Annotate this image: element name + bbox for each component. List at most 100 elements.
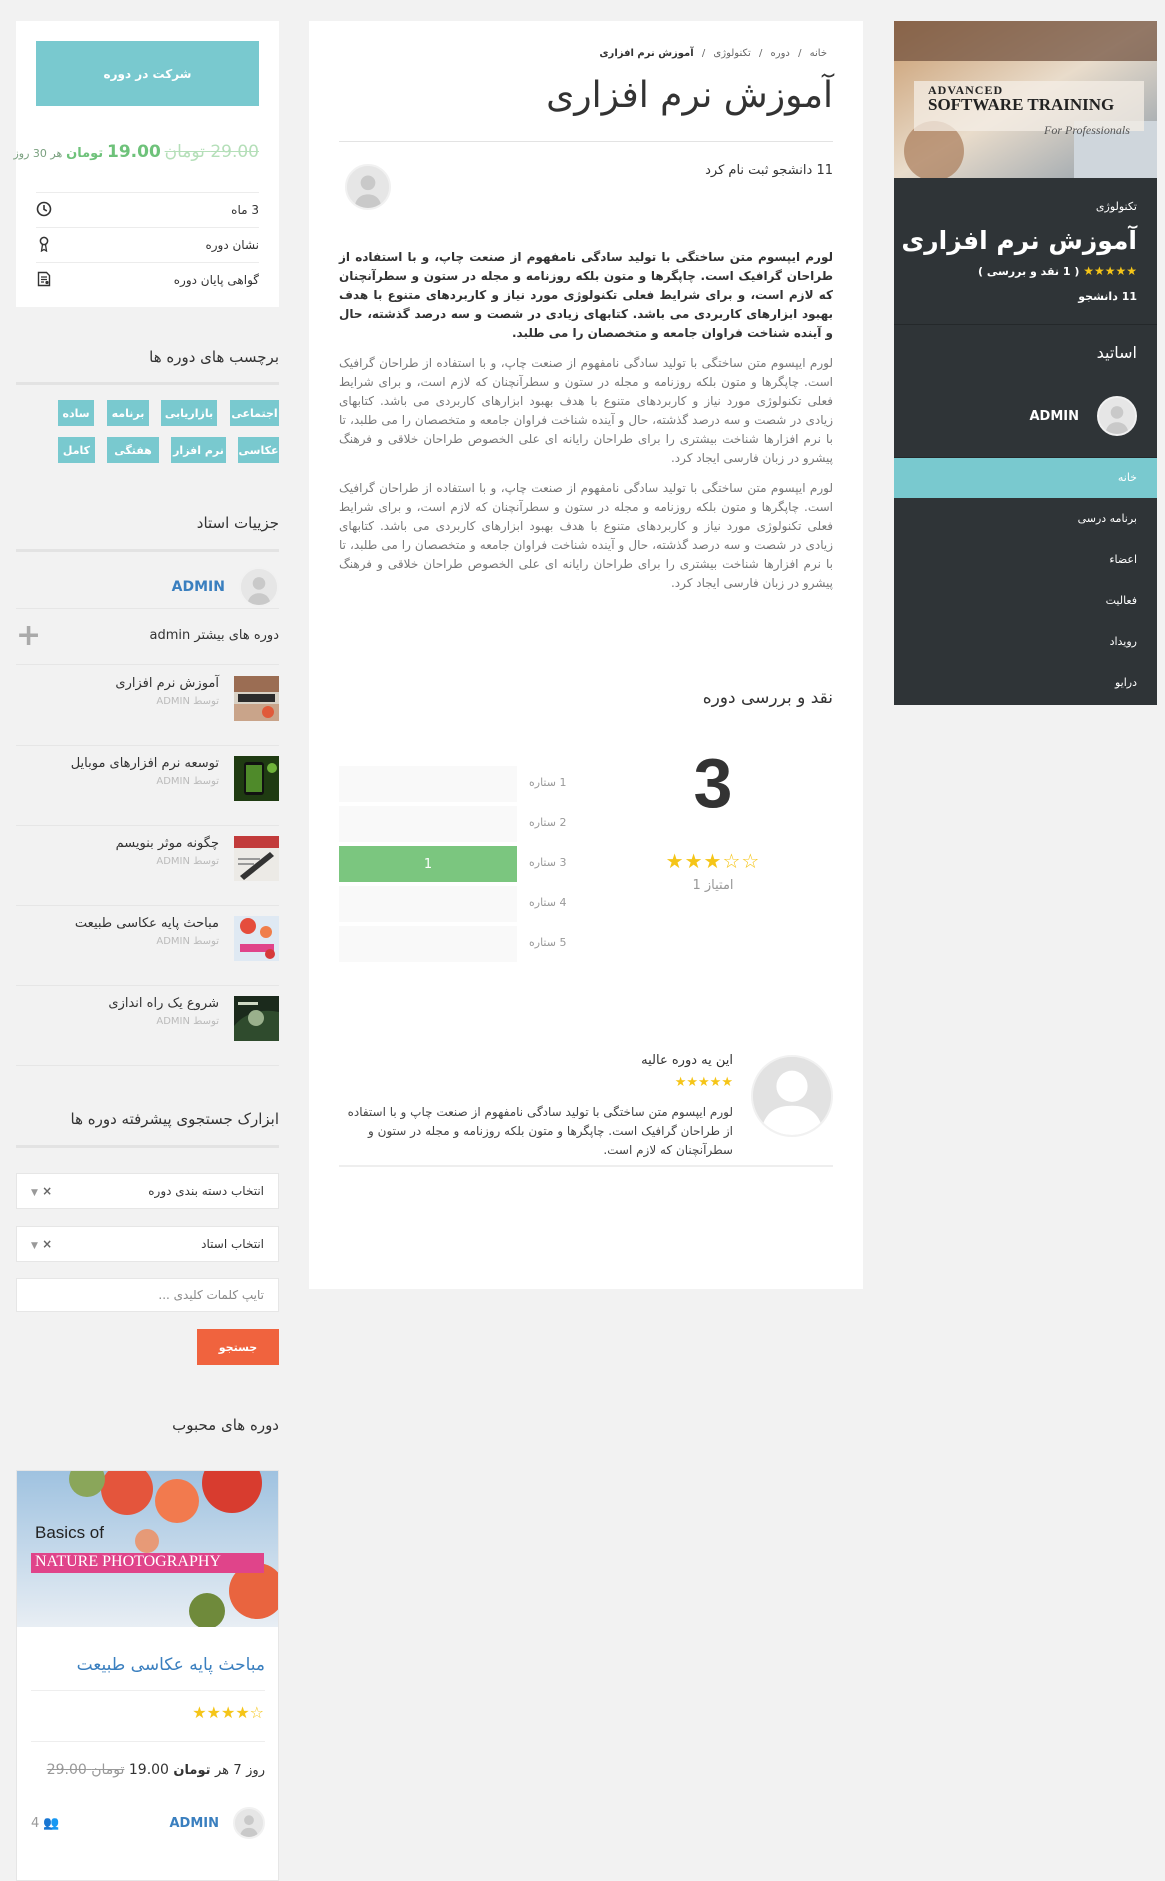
search-button[interactable]: جستجو	[197, 1329, 279, 1365]
reviewer-avatar	[751, 1055, 833, 1137]
more-courses-divider	[16, 664, 279, 665]
teacher-select-controls: ▼ ×	[31, 1237, 52, 1251]
rating-bar-label: 1 ستاره	[529, 776, 567, 789]
tag-marketing[interactable]: بازاریابی	[161, 400, 217, 426]
more-course-title[interactable]: مباحث پایه عکاسی طبیعت	[75, 916, 219, 931]
keyword-input[interactable]	[16, 1278, 279, 1312]
review-item: این یه دوره عالیه ★★★★★ لورم ایپسوم متن …	[339, 1051, 833, 1167]
tag-social[interactable]: اجتماعی	[230, 400, 279, 426]
nav-events[interactable]: رویداد	[894, 622, 1157, 662]
enroll-card: شرکت در دوره 29.00 تومان 19.00 تومان هر …	[13, 21, 279, 307]
tag-program[interactable]: برنامه	[107, 400, 149, 426]
clear-icon[interactable]: ×	[42, 1237, 52, 1251]
panel-rating: ★★★★★ ( 1 نقد و بررسی )	[978, 264, 1137, 278]
more-course-item[interactable]: مباحث پایه عکاسی طبیعت توسط ADMIN	[16, 906, 279, 986]
nav-home[interactable]: خانه	[894, 458, 1157, 498]
course-thumbnail[interactable]	[234, 676, 279, 721]
tag-weekly[interactable]: هفتگی	[107, 437, 159, 463]
users-icon: 👥	[43, 1815, 60, 1831]
hero-line2: SOFTWARE TRAINING	[928, 95, 1115, 114]
plus-icon[interactable]: +	[16, 621, 41, 651]
rating-bar-4: 4 ستاره	[339, 886, 579, 922]
rating-bar-5: 5 ستاره	[339, 926, 579, 962]
more-course-author: توسط ADMIN	[156, 1016, 219, 1027]
category-select[interactable]: انتخاب دسته بندی دوره ▼ ×	[16, 1173, 279, 1209]
popular-course-title[interactable]: مباحث پایه عکاسی طبیعت	[17, 1655, 265, 1675]
nav-curriculum[interactable]: برنامه درسی	[894, 499, 1157, 539]
popular-course-students: 👥 4	[31, 1816, 59, 1831]
teacher-row-divider	[16, 608, 279, 609]
clock-icon	[36, 201, 52, 220]
course-hero-image: ADVANCED SOFTWARE TRAINING For Professio…	[894, 21, 1157, 178]
teacher-select[interactable]: انتخاب استاد ▼ ×	[16, 1226, 279, 1262]
enroll-button[interactable]: شرکت در دوره	[36, 41, 259, 106]
more-course-item[interactable]: شروع یک راه اندازی توسط ADMIN	[16, 986, 279, 1066]
rating-bar-label: 3 ستاره	[529, 856, 567, 869]
teacher-select-label: انتخاب استاد	[201, 1237, 264, 1251]
more-course-title[interactable]: توسعه نرم افزارهای موبایل	[71, 756, 219, 771]
popular-course-stars: ★★★★☆	[192, 1703, 264, 1722]
title-divider	[339, 141, 833, 142]
breadcrumb-current: آموزش نرم افزاری	[599, 48, 694, 59]
teacher-name-link[interactable]: ADMIN	[172, 579, 225, 595]
more-course-item[interactable]: آموزش نرم افزاری توسط ADMIN	[16, 666, 279, 746]
course-thumbnail[interactable]	[234, 916, 279, 961]
rating-bar-track	[339, 766, 517, 802]
more-courses-label: دوره های بیشتر admin	[149, 628, 279, 643]
more-course-title[interactable]: چگونه موثر بنویسم	[116, 836, 219, 851]
chevron-down-icon[interactable]: ▼	[31, 1241, 38, 1251]
rating-bar-label: 2 ستاره	[529, 816, 567, 829]
breadcrumb-home[interactable]: خانه	[810, 48, 827, 59]
teacher-avatar[interactable]	[233, 1807, 265, 1839]
clear-icon[interactable]: ×	[42, 1184, 52, 1198]
popular-course-teacher-name[interactable]: ADMIN	[169, 1816, 219, 1831]
reviews-title: نقد و بررسی دوره	[702, 688, 833, 708]
more-course-item[interactable]: توسعه نرم افزارهای موبایل توسط ADMIN	[16, 746, 279, 826]
certificate-icon	[36, 271, 52, 290]
advanced-search-divider	[16, 1145, 279, 1148]
breadcrumb: خانه / دوره / تکنولوژی / آموزش نرم افزار…	[599, 48, 827, 59]
tag-simple[interactable]: ساده	[58, 400, 94, 426]
course-thumbnail[interactable]	[234, 756, 279, 801]
meta-badge: نشان دوره	[36, 227, 259, 262]
nav-members[interactable]: اعضاء	[894, 540, 1157, 580]
tag-software[interactable]: نرم افزار	[171, 437, 226, 463]
tag-photography[interactable]: عکاسی	[238, 437, 279, 463]
course-thumbnail[interactable]	[234, 996, 279, 1041]
popular-course-footer: ADMIN 👥 4	[31, 1803, 265, 1843]
course-thumbnail[interactable]	[234, 836, 279, 881]
price-period: هر 30 روز	[13, 147, 63, 160]
popular-course-card: Basics of NATURE PHOTOGRAPHY مباحث پایه …	[16, 1470, 279, 1881]
panel-review-count[interactable]: ( 1 نقد و بررسی )	[978, 265, 1079, 278]
teacher-row: ADMIN	[16, 567, 279, 607]
chevron-down-icon[interactable]: ▼	[31, 1188, 38, 1198]
teacher-avatar[interactable]	[1097, 396, 1137, 436]
advanced-search-title: ابزارک جستجوی پیشرفته دوره ها	[70, 1110, 279, 1128]
page-title: آموزش نرم افزاری	[546, 75, 833, 116]
student-avatar[interactable]	[345, 164, 391, 210]
panel-teacher[interactable]: ADMIN	[1029, 396, 1137, 436]
tags-title: برچسب های دوره ها	[149, 348, 279, 366]
breadcrumb-category[interactable]: تکنولوژی	[713, 48, 750, 59]
tag-complete[interactable]: کامل	[58, 437, 95, 463]
breadcrumb-courses[interactable]: دوره	[771, 48, 790, 59]
nav-drive[interactable]: درایو	[894, 663, 1157, 703]
panel-students: 11 دانشجو	[1078, 290, 1137, 303]
price-currency: تومان	[66, 146, 104, 161]
category-select-controls: ▼ ×	[31, 1184, 52, 1198]
more-course-title[interactable]: شروع یک راه اندازی	[108, 996, 219, 1011]
teacher-avatar[interactable]	[239, 567, 279, 607]
meta-certificate: گواهی پایان دوره	[36, 262, 259, 297]
rating-bar-track	[339, 806, 517, 842]
panel-stars: ★★★★★	[1083, 264, 1137, 278]
panel-teacher-name[interactable]: ADMIN	[1029, 409, 1079, 424]
teachers-title: اساتید	[1096, 343, 1137, 362]
more-course-item[interactable]: چگونه موثر بنویسم توسط ADMIN	[16, 826, 279, 906]
popular-course-image[interactable]: Basics of NATURE PHOTOGRAPHY	[17, 1471, 278, 1627]
average-rating: 3	[693, 744, 733, 822]
popular-course-teacher[interactable]: ADMIN	[169, 1807, 265, 1839]
more-course-author: توسط ADMIN	[156, 696, 219, 707]
nav-activity[interactable]: فعالیت	[894, 581, 1157, 621]
more-course-title[interactable]: آموزش نرم افزاری	[115, 676, 219, 691]
course-category[interactable]: تکنولوژی	[1096, 200, 1137, 213]
